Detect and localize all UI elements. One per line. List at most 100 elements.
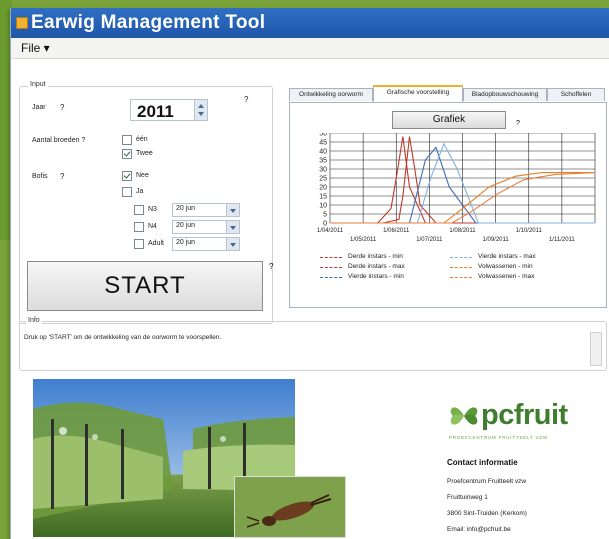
sampling-option-checkbox-nee[interactable]	[122, 171, 132, 181]
y-tick-label: 35	[319, 158, 327, 165]
year-label: Jaar	[32, 104, 46, 111]
brood-option-label-2: Twee	[136, 150, 153, 157]
earwig-photo	[234, 476, 346, 538]
brood-option-checkbox-1[interactable]	[122, 135, 132, 145]
legend-swatch	[450, 267, 472, 268]
pcfruit-logo: pcfruit PROEFCENTRUM FRUITTEELT VZW	[447, 397, 597, 440]
stage-date-value-adult: 20 jun	[176, 239, 196, 246]
year-spinner[interactable]: 2011	[130, 99, 208, 121]
x-tick-label: 1/11/2011	[549, 237, 575, 243]
contact-line: Fruittuinweg 1	[447, 494, 488, 501]
y-tick-label: 40	[319, 149, 327, 156]
sampling-label: Bofis	[32, 173, 48, 180]
x-tick-label: 1/10/2011	[516, 228, 543, 234]
window-title: Earwig Management Tool	[31, 12, 266, 33]
main-content: Input Jaar ? 2011 ? Aantal broeden ? één…	[19, 66, 607, 538]
y-tick-label: 45	[319, 140, 327, 147]
stage-checkbox-n4[interactable]	[134, 222, 144, 232]
grafiek-button[interactable]: Grafiek	[392, 111, 506, 129]
contact-email[interactable]: Email: info@pcfruit.be	[447, 526, 511, 533]
contact-title: Contact informatie	[447, 458, 518, 467]
year-help-icon[interactable]: ?	[60, 103, 64, 112]
year-value: 2011	[137, 102, 174, 121]
legend-label: Derde instars - max	[348, 263, 405, 270]
legend-swatch	[450, 277, 472, 278]
brood-option-label-1: één	[136, 136, 148, 143]
stage-label-n3: N3	[148, 206, 157, 213]
legend-swatch	[320, 267, 342, 268]
brand-tagline: PROEFCENTRUM FRUITTEELT VZW	[449, 435, 548, 440]
x-tick-label: 1/08/2011	[449, 228, 476, 234]
input-group-label: Input	[28, 81, 48, 88]
x-tick-label: 1/09/2011	[483, 237, 510, 243]
y-tick-label: 50	[319, 133, 327, 138]
leaf-logo-icon	[450, 407, 478, 425]
chevron-down-icon[interactable]	[226, 221, 239, 233]
x-tick-label: 1/05/2011	[350, 237, 377, 243]
y-tick-label: 5	[323, 212, 327, 219]
menu-bar: File ▾	[11, 38, 609, 59]
grafiek-help-icon[interactable]: ?	[516, 120, 520, 127]
tab-bladopbouw[interactable]: Bladopbouwschouwing	[463, 88, 547, 101]
start-button[interactable]: START	[27, 261, 263, 311]
year-spin-buttons[interactable]	[194, 100, 207, 120]
x-tick-label: 1/04/2011	[317, 228, 344, 234]
sampling-option-checkbox-ja[interactable]	[122, 187, 132, 197]
legend-swatch	[320, 257, 342, 258]
tab-schoffelen[interactable]: Schoffelen	[547, 88, 605, 101]
legend-swatch	[320, 277, 342, 278]
app-window: Earwig Management Tool File ▾ Input Jaar…	[10, 8, 609, 539]
chevron-down-icon[interactable]	[226, 238, 239, 250]
title-bar: Earwig Management Tool	[11, 8, 609, 38]
legend-swatch	[450, 257, 472, 258]
stage-checkbox-n3[interactable]	[134, 205, 144, 215]
spin-up-icon[interactable]	[198, 104, 204, 108]
y-tick-label: 20	[319, 185, 327, 192]
info-scrollbar[interactable]	[590, 332, 602, 366]
stage-date-dropdown-adult[interactable]: 20 jun	[172, 237, 240, 251]
stage-date-value-n3: 20 jun	[176, 205, 196, 212]
brood-option-checkbox-2[interactable]	[122, 149, 132, 159]
chart-legend: Derde instars - min Derde instars - max …	[320, 253, 600, 303]
legend-label: Volwassenen - min	[478, 263, 533, 270]
input-help-icon[interactable]: ?	[244, 95, 248, 104]
menu-file[interactable]: File ▾	[17, 40, 54, 56]
y-tick-label: 25	[319, 176, 327, 183]
x-tick-label: 1/07/2011	[416, 237, 443, 243]
y-tick-label: 30	[319, 167, 327, 174]
legend-label: Volwassenen - max	[478, 273, 535, 280]
stage-label-n4: N4	[148, 223, 157, 230]
stage-date-value-n4: 20 jun	[176, 222, 196, 229]
app-icon	[16, 17, 28, 29]
info-group: Info Druk op 'START' om de ontwikkeling …	[19, 317, 607, 371]
earwig-image	[235, 477, 345, 537]
info-group-label: Info	[26, 317, 42, 324]
development-chart: 0 5 10 15 20 25 30 35 40 45 50 1/04/2011 1/06/2011 1/…	[317, 133, 596, 243]
y-tick-label: 0	[323, 221, 327, 228]
y-tick-label: 15	[319, 194, 327, 201]
graph-panel: Grafiek ? 0 5 10 15 20 25 30 35 40 45 50 1/04/2011 1…	[289, 102, 607, 308]
tab-grafische-voorstelling[interactable]: Grafische voorstelling	[373, 85, 463, 102]
stage-checkbox-adult[interactable]	[134, 239, 144, 249]
stage-label-adult: Adult	[148, 240, 164, 247]
info-text: Druk op 'START' om de ontwikkeling van d…	[24, 334, 222, 341]
contact-line: Proefcentrum Fruitteelt vzw	[447, 478, 527, 485]
start-help-icon[interactable]: ?	[269, 262, 273, 271]
legend-label: Vierde instars - max	[478, 253, 536, 260]
broods-label: Aantal broeden ?	[32, 137, 86, 144]
x-tick-label: 1/06/2011	[383, 228, 410, 234]
tab-bar: Ontwikkeling oorworm Grafische voorstell…	[289, 85, 605, 102]
spin-down-icon[interactable]	[198, 112, 204, 116]
sampling-option-label-ja: Ja	[136, 188, 144, 195]
tab-ontwikkeling[interactable]: Ontwikkeling oorworm	[289, 88, 373, 101]
sampling-option-label-nee: Nee	[136, 172, 149, 179]
legend-label: Vierde instars - min	[348, 273, 404, 280]
sampling-help-icon[interactable]: ?	[60, 172, 64, 181]
chevron-down-icon[interactable]	[226, 204, 239, 216]
y-tick-label: 10	[319, 203, 327, 210]
contact-line: 3800 Sint-Truiden (Kerkom)	[447, 510, 527, 517]
legend-label: Derde instars - min	[348, 253, 403, 260]
stage-date-dropdown-n4[interactable]: 20 jun	[172, 220, 240, 234]
stage-date-dropdown-n3[interactable]: 20 jun	[172, 203, 240, 217]
brand-name: pcfruit	[481, 399, 568, 431]
